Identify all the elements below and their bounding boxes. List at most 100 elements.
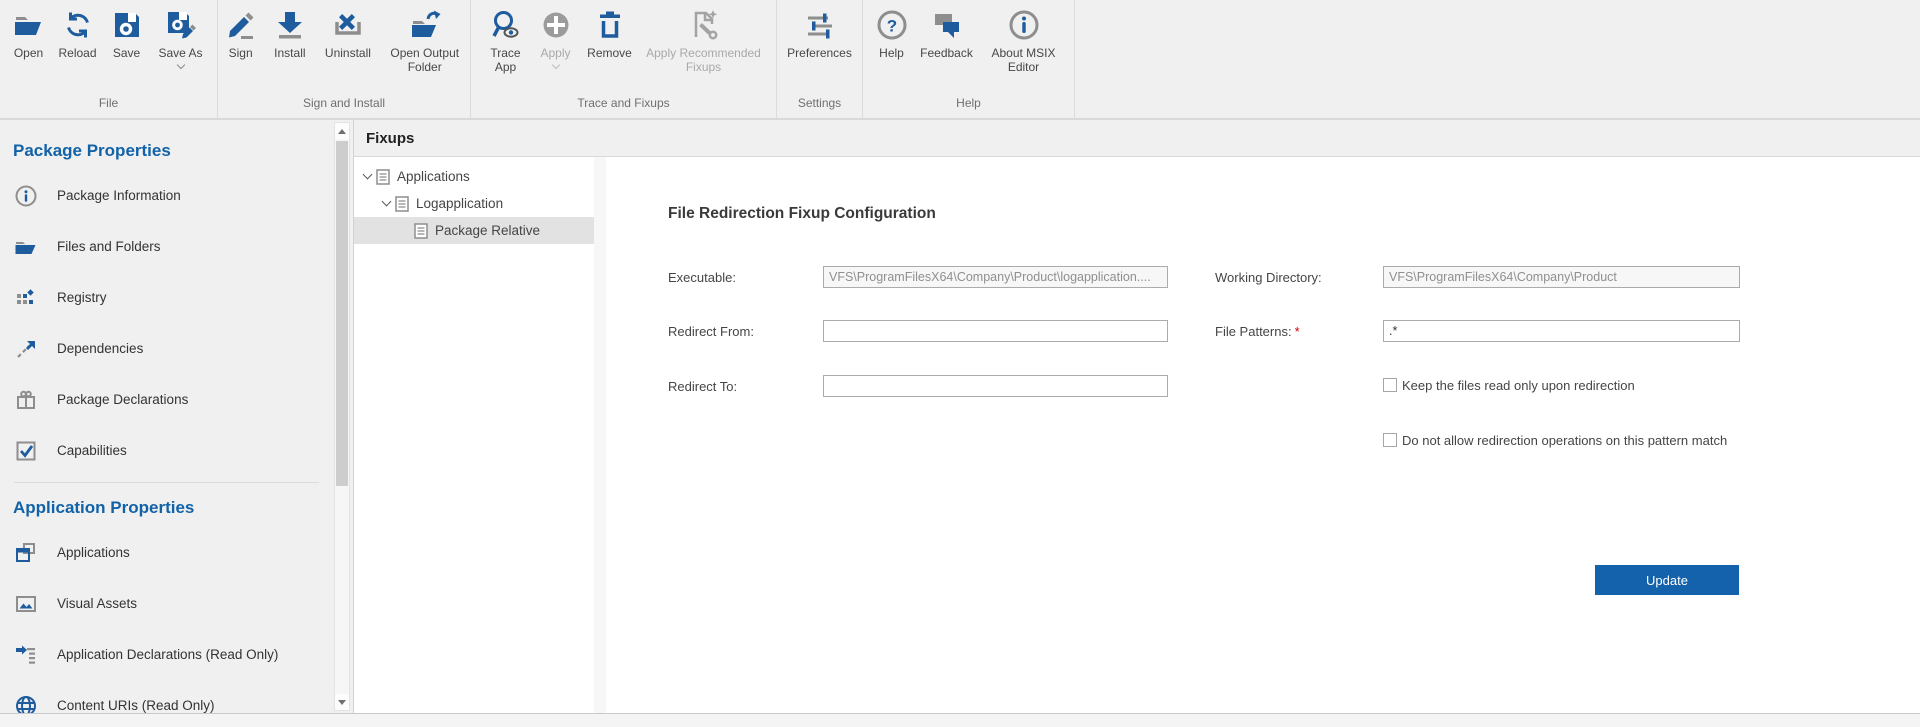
required-asterisk: *: [1295, 324, 1300, 339]
about-info-icon: [1008, 9, 1040, 41]
sidebar-item-registry[interactable]: Registry: [0, 272, 333, 323]
sidebar-scrollbar[interactable]: [334, 122, 350, 711]
bottom-strip: [0, 713, 1920, 727]
ribbon-button-reload[interactable]: Reload: [52, 7, 104, 60]
chevron-down-icon: [551, 61, 559, 69]
tree-item-applications[interactable]: Applications: [354, 163, 594, 190]
apply-plus-icon: [540, 9, 572, 41]
ribbon-button-label: Open Output Folder: [379, 46, 470, 74]
ribbon-button-install[interactable]: Install: [263, 7, 316, 60]
executable-input: [823, 266, 1168, 288]
panel-divider: [594, 157, 606, 713]
ribbon-group-label: Settings: [777, 96, 862, 118]
do-not-allow-redirection-checkbox[interactable]: Do not allow redirection operations on t…: [1383, 433, 1727, 448]
scrollbar-thumb[interactable]: [336, 141, 348, 486]
chevron-down-icon: [176, 61, 184, 69]
checkbox-box[interactable]: [1383, 433, 1397, 447]
tree-item-label: Applications: [397, 169, 470, 184]
ribbon-button-label: Uninstall: [325, 46, 371, 60]
ribbon-button-preferences[interactable]: Preferences: [778, 7, 862, 60]
scroll-up-button[interactable]: [335, 123, 349, 139]
sidebar-divider: [14, 482, 319, 483]
fixups-header: Fixups: [354, 120, 1920, 157]
fixup-configuration-panel: File Redirection Fixup Configuration Upd…: [606, 157, 1920, 713]
preferences-sliders-icon: [804, 9, 836, 41]
checkbox-label: Keep the files read only upon redirectio…: [1402, 378, 1635, 393]
document-icon: [414, 223, 428, 239]
ribbon-button-label: Open: [14, 46, 43, 60]
tree-item-logapplication[interactable]: Logapplication: [354, 190, 594, 217]
sidebar-item-label: Capabilities: [57, 443, 127, 458]
ribbon-group-label: Sign and Install: [218, 96, 470, 118]
sidebar-item-files-and-folders[interactable]: Files and Folders: [0, 221, 333, 272]
scroll-down-button[interactable]: [335, 694, 349, 710]
keep-the-files-read-checkbox[interactable]: Keep the files read only upon redirectio…: [1383, 378, 1635, 393]
executable-label: Executable:: [668, 270, 736, 285]
help-question-icon: ?: [876, 9, 908, 41]
ribbon-button-label: Help: [879, 46, 904, 60]
tree-item-package-relative[interactable]: Package Relative: [354, 217, 594, 244]
document-icon: [395, 196, 409, 212]
chevron-down-icon: [362, 170, 372, 180]
ribbon-button-feedback[interactable]: Feedback: [914, 7, 980, 60]
ribbon-group-file: Open Reload Save Save As File: [0, 0, 218, 118]
sidebar-item-application-declarations-read-only[interactable]: Application Declarations (Read Only): [0, 629, 333, 680]
sidebar-item-label: Visual Assets: [57, 596, 137, 611]
ribbon-button-trace-app[interactable]: Trace App: [480, 7, 532, 74]
tree-expand-chevron[interactable]: [377, 202, 395, 205]
fixups-panel-title: Fixups: [366, 130, 414, 147]
ribbon-toolbar: Open Reload Save Save As File Sign Install Unin…: [0, 0, 1920, 120]
file-patterns-input[interactable]: [1383, 320, 1740, 342]
sidebar-item-label: Package Declarations: [57, 392, 188, 407]
ribbon-button-save[interactable]: Save: [104, 7, 150, 60]
save-as-icon: [165, 9, 197, 41]
ribbon-button-label: Sign: [229, 46, 253, 60]
redirect-from-input[interactable]: [823, 320, 1168, 342]
ribbon-button-uninstall[interactable]: Uninstall: [316, 7, 379, 60]
info-circle-icon: [14, 184, 38, 208]
ribbon-group-label: Trace and Fixups: [471, 96, 776, 118]
tree-expand-chevron[interactable]: [358, 175, 376, 178]
registry-blocks-icon: [14, 286, 38, 310]
app-window-icon: [14, 541, 38, 565]
feedback-bubbles-icon: [931, 9, 963, 41]
folder-icon: [14, 235, 38, 259]
ribbon-group-label: File: [0, 96, 217, 118]
globe-icon: [14, 694, 38, 714]
triangle-down-icon: [338, 700, 346, 705]
ribbon-button-sign[interactable]: Sign: [218, 7, 263, 60]
apply-recommended-fixups-icon: [688, 9, 720, 41]
sidebar-item-capabilities[interactable]: Capabilities: [0, 425, 333, 476]
remove-trash-icon: [594, 9, 626, 41]
redirect-to-input[interactable]: [823, 375, 1168, 397]
ribbon-group-trace-and-fixups: Trace AppApplyRemoveApply Recommended Fi…: [471, 0, 777, 118]
field-label-text: File Patterns:: [1215, 324, 1292, 339]
sidebar-section-heading: Package Properties: [13, 141, 333, 161]
working-directory-label: Working Directory:: [1215, 270, 1322, 285]
ribbon-button-label: Install: [274, 46, 305, 60]
sidebar-item-content-uris-read-only[interactable]: Content URIs (Read Only): [0, 680, 333, 713]
ribbon-button-open[interactable]: Open: [6, 7, 52, 60]
ribbon-button-help[interactable]: ? Help: [870, 7, 914, 60]
ribbon-button-remove[interactable]: Remove: [580, 7, 640, 60]
ribbon-button-label: Apply Recommended Fixups: [640, 46, 768, 74]
ribbon-button-save-as[interactable]: Save As: [150, 7, 212, 68]
sidebar-item-label: Files and Folders: [57, 239, 161, 254]
checkbox-label: Do not allow redirection operations on t…: [1402, 433, 1727, 448]
ribbon-button-about-msix-editor[interactable]: About MSIX Editor: [980, 7, 1068, 74]
sidebar-item-package-declarations[interactable]: Package Declarations: [0, 374, 333, 425]
checkbox-box[interactable]: [1383, 378, 1397, 392]
sidebar-section-heading: Application Properties: [13, 498, 333, 518]
file-patterns-label: File Patterns:*: [1215, 324, 1300, 339]
update-button[interactable]: Update: [1595, 565, 1739, 595]
ribbon-button-label: Trace App: [480, 46, 532, 74]
sidebar-item-visual-assets[interactable]: Visual Assets: [0, 578, 333, 629]
ribbon-button-label: Reload: [58, 46, 96, 60]
ribbon-button-open-output-folder[interactable]: Open Output Folder: [379, 7, 470, 74]
ribbon-button-apply-recommended-fixups: Apply Recommended Fixups: [640, 7, 768, 74]
field-label-text: Redirect To:: [668, 379, 737, 394]
sidebar-item-package-information[interactable]: Package Information: [0, 170, 333, 221]
sidebar-item-applications[interactable]: Applications: [0, 527, 333, 578]
sidebar-item-dependencies[interactable]: Dependencies: [0, 323, 333, 374]
ribbon-button-label: Save: [113, 46, 140, 60]
